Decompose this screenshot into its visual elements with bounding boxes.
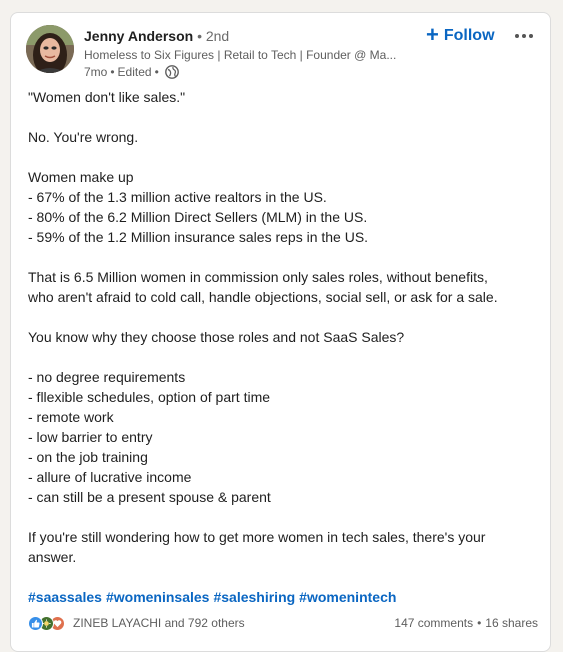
body-blank-line [28, 507, 538, 527]
body-line: - 80% of the 6.2 Million Direct Sellers … [28, 209, 368, 225]
body-blank-line [28, 247, 538, 267]
author-name-line: Jenny Anderson • 2nd [84, 26, 414, 46]
post-age: 7mo [84, 65, 108, 79]
edited-label: Edited [117, 65, 152, 79]
comments-count[interactable]: 147 comments [394, 616, 473, 630]
hashtag-link[interactable]: #womeninsales [106, 589, 210, 605]
hashtag-list: #saassales #womeninsales #saleshiring #wome… [28, 587, 400, 607]
ellipsis-icon [515, 34, 533, 38]
more-options-button[interactable] [511, 25, 537, 47]
hashtag-link[interactable]: #saleshiring [213, 589, 295, 605]
hashtag-link[interactable]: #saassales [28, 589, 102, 605]
body-line: - remote work [28, 409, 114, 425]
separator-dot: • [197, 28, 202, 44]
body-line: - 67% of the 1.3 million active realtors… [28, 189, 327, 205]
body-line: "Women don't like sales." [28, 89, 186, 105]
shares-count[interactable]: 16 shares [485, 616, 538, 630]
hashtag-link[interactable]: #womenintech [299, 589, 396, 605]
author-avatar[interactable] [26, 25, 74, 73]
engagement-counts: 147 comments • 16 shares [394, 616, 538, 630]
post-card: Jenny Anderson • 2nd Homeless to Six Fig… [10, 12, 551, 652]
meta-separator: • [154, 65, 159, 79]
counts-separator: • [477, 616, 482, 630]
follow-button[interactable]: + Follow [426, 22, 495, 47]
body-line: That is 6.5 Million women in commission … [28, 269, 488, 285]
reactors-summary[interactable]: ZINEB LAYACHI and 792 others [73, 616, 245, 630]
body-line: - low barrier to entry [28, 429, 153, 445]
meta-separator: • [110, 65, 115, 79]
plus-icon: + [426, 22, 439, 47]
body-blank-line [28, 347, 538, 367]
body-blank-line [28, 307, 538, 327]
connection-degree: 2nd [205, 28, 230, 44]
body-line: - allure of lucrative income [28, 469, 192, 485]
body-line: If you're still wondering how to get mor… [28, 529, 486, 545]
post-actor: Jenny Anderson • 2nd Homeless to Six Fig… [84, 26, 414, 80]
author-headline: Homeless to Six Figures | Retail to Tech… [84, 48, 397, 62]
body-blank-line [28, 147, 538, 167]
body-line: - no degree requirements [28, 369, 186, 385]
body-line: answer. [28, 549, 77, 565]
body-line: - fllexible schedules, option of part ti… [28, 389, 271, 405]
author-photo [26, 25, 74, 73]
body-line: No. You're wrong. [28, 129, 139, 145]
post-body-text: "Women don't like sales." No. You're wron… [28, 87, 538, 567]
author-name[interactable]: Jenny Anderson [84, 28, 193, 44]
body-line: - on the job training [28, 449, 148, 465]
like-icon [28, 615, 43, 631]
globe-icon [164, 65, 179, 79]
social-counts: ZINEB LAYACHI and 792 others 147 comment… [28, 613, 538, 633]
body-line: who aren't afraid to cold call, handle o… [28, 289, 498, 305]
body-line: - can still be a present spouse & parent [28, 489, 271, 505]
post-meta: 7mo • Edited • [84, 64, 414, 80]
reaction-icons[interactable] [28, 615, 65, 631]
body-blank-line [28, 107, 538, 127]
body-line: - 59% of the 1.2 Million insurance sales… [28, 229, 369, 245]
body-line: You know why they choose those roles and… [28, 329, 405, 345]
body-line: Women make up [28, 169, 134, 185]
follow-label: Follow [443, 27, 495, 44]
